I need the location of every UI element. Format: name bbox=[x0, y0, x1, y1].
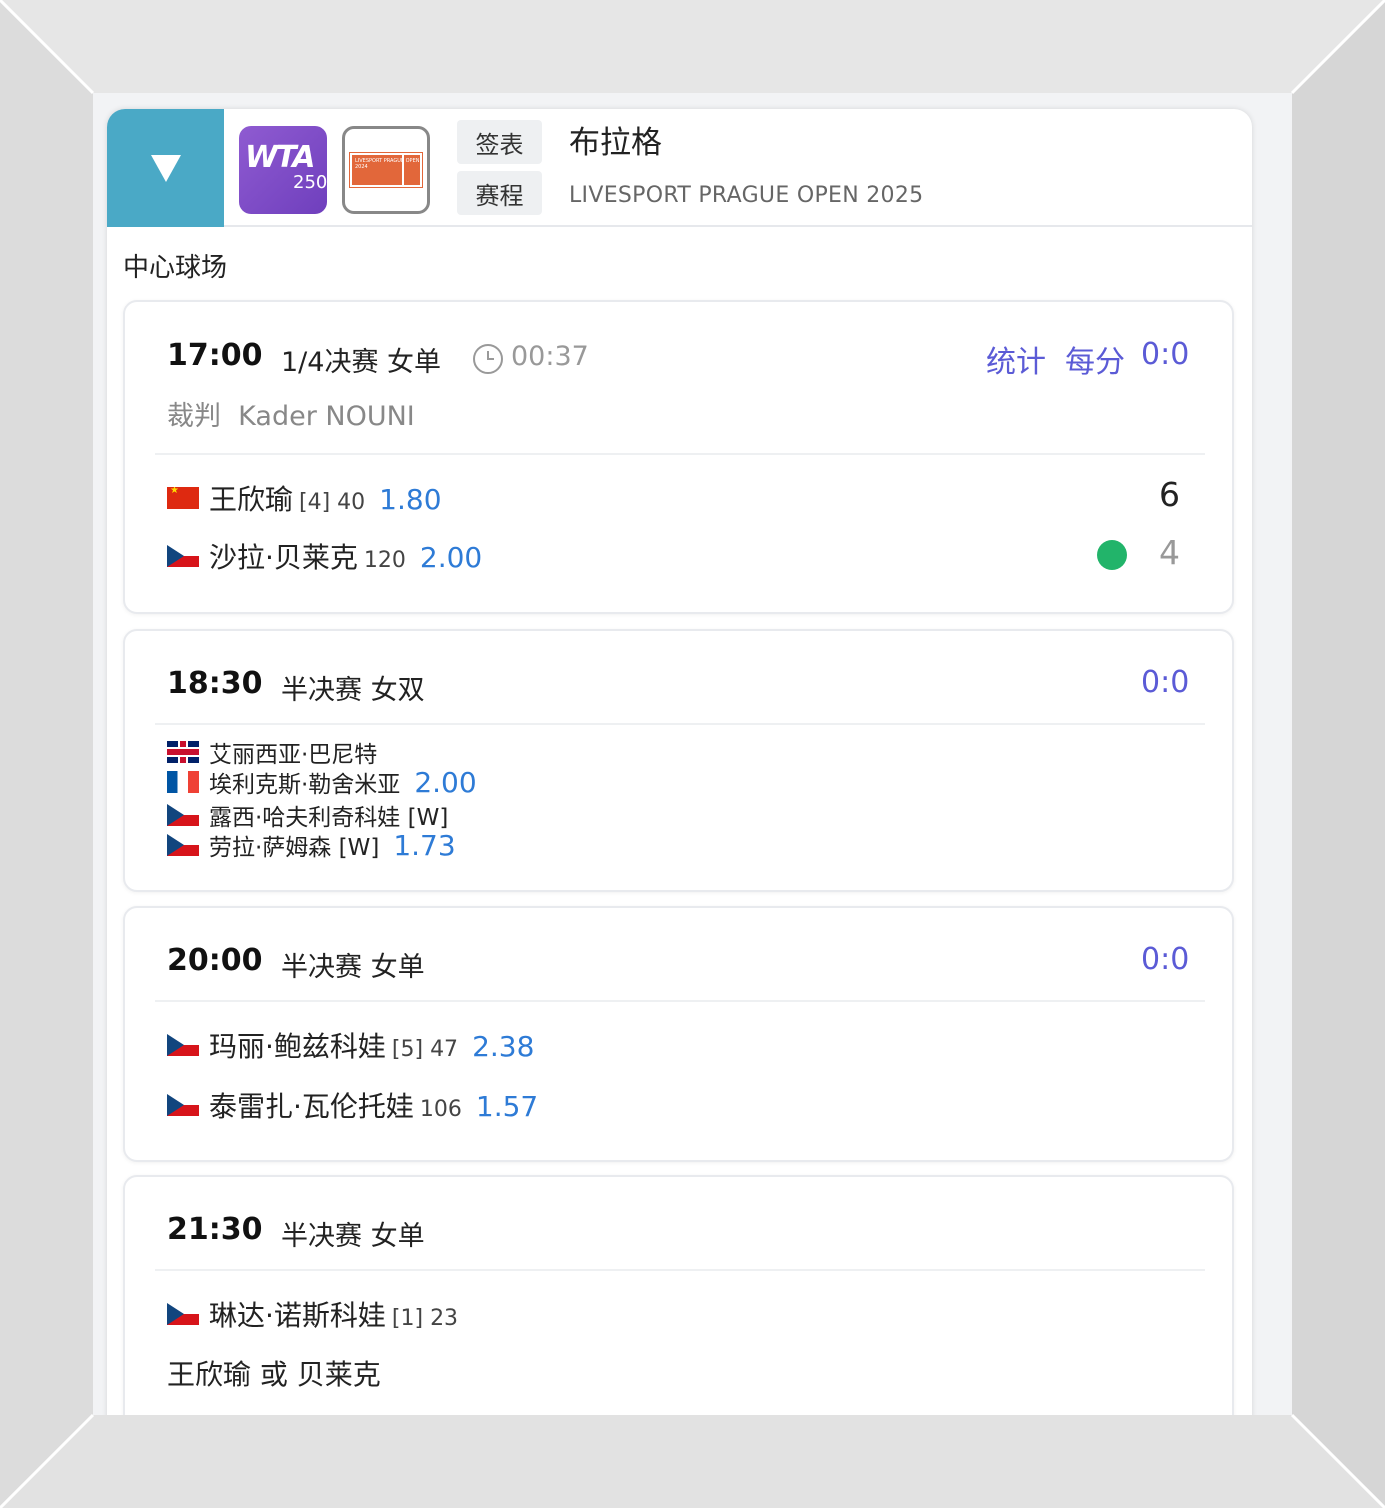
player-name: 劳拉·萨姆森 [W] bbox=[209, 835, 380, 861]
triangle-down-icon bbox=[150, 154, 181, 182]
tournament-header: WTA 250 LIVESPORT PRAGUE OPEN 2024 签表 赛程… bbox=[107, 109, 1252, 227]
referee-name: Kader NOUNI bbox=[238, 401, 415, 432]
player-rank: 120 bbox=[363, 548, 406, 573]
court-name: 中心球场 bbox=[123, 253, 228, 283]
referee-label-text: 裁判 bbox=[167, 401, 221, 432]
divider bbox=[155, 1000, 1205, 1002]
czech-flag-icon bbox=[167, 1034, 199, 1056]
match-time: 20:00 bbox=[167, 943, 263, 978]
schedule-button[interactable]: 赛程 bbox=[457, 171, 542, 215]
player-seed-rank: [5] 47 bbox=[391, 1037, 459, 1062]
china-flag-icon bbox=[167, 487, 199, 509]
player-row[interactable]: 王欣瑜 [4] 40 1.80 bbox=[167, 478, 442, 518]
match-time: 18:30 bbox=[167, 666, 263, 701]
divider bbox=[155, 1269, 1205, 1271]
match-time: 17:00 bbox=[167, 338, 263, 373]
point-score[interactable]: 0:0 bbox=[1141, 942, 1189, 977]
match-round: 半决赛 女单 bbox=[281, 1221, 425, 1252]
wta-logo-level: 250 bbox=[293, 172, 328, 193]
match-card[interactable]: 21:30 半决赛 女单 琳达·诺斯科娃 [1] 23 王欣瑜 或 贝莱克 bbox=[123, 1175, 1234, 1415]
player-rank: 106 bbox=[419, 1097, 462, 1122]
player-name: 艾丽西亚·巴尼特 bbox=[209, 742, 378, 768]
point-by-point-link[interactable]: 每分 bbox=[1065, 337, 1125, 381]
player-row[interactable]: 劳拉·萨姆森 [W] 1.73 bbox=[167, 828, 456, 862]
player-name: 泰雷扎·瓦伦托娃 bbox=[209, 1090, 414, 1123]
team-odds: 2.00 bbox=[414, 766, 477, 799]
tournament-card: WTA 250 LIVESPORT PRAGUE OPEN 2024 签表 赛程… bbox=[107, 109, 1252, 1415]
uk-flag-icon bbox=[167, 741, 199, 763]
player-score: 4 bbox=[1159, 533, 1180, 572]
czech-flag-icon bbox=[167, 1303, 199, 1325]
tournament-name: LIVESPORT PRAGUE OPEN 2025 bbox=[569, 183, 924, 208]
player-row[interactable]: 艾丽西亚·巴尼特 bbox=[167, 735, 377, 769]
serving-indicator-icon bbox=[1097, 540, 1127, 570]
player-row[interactable]: 玛丽·鲍兹科娃 [5] 47 2.38 bbox=[167, 1025, 534, 1065]
divider bbox=[155, 453, 1205, 455]
app-screen: WTA 250 LIVESPORT PRAGUE OPEN 2024 签表 赛程… bbox=[93, 93, 1292, 1415]
player-score: 6 bbox=[1159, 475, 1180, 514]
czech-flag-icon bbox=[167, 545, 199, 567]
player-seed-rank: [4] 40 bbox=[299, 490, 366, 515]
player-name: 琳达·诺斯科娃 bbox=[209, 1299, 386, 1332]
match-round: 半决赛 女单 bbox=[281, 952, 425, 983]
stats-link[interactable]: 统计 bbox=[986, 337, 1046, 381]
czech-flag-icon bbox=[167, 1094, 199, 1116]
match-round: 1/4决赛 女单 bbox=[281, 347, 442, 378]
event-logo: LIVESPORT PRAGUE OPEN 2024 bbox=[342, 126, 430, 214]
opponent-tbd-text: 王欣瑜 或 贝莱克 bbox=[167, 1358, 381, 1391]
player-row[interactable]: 沙拉·贝莱克 120 2.00 bbox=[167, 536, 482, 576]
collapse-toggle-button[interactable] bbox=[107, 109, 224, 227]
point-score[interactable]: 0:0 bbox=[1141, 665, 1189, 700]
draw-button[interactable]: 签表 bbox=[457, 120, 542, 164]
player-seed-rank: [1] 23 bbox=[391, 1306, 459, 1331]
team-odds: 1.73 bbox=[393, 829, 456, 862]
match-card[interactable]: 20:00 半决赛 女单 0:0 玛丽·鲍兹科娃 [5] 47 2.38 泰雷扎… bbox=[123, 906, 1234, 1162]
tournament-city: 布拉格 bbox=[569, 125, 662, 161]
player-odds: 2.38 bbox=[472, 1030, 535, 1063]
player-name: 露西·哈夫利奇科娃 [W] bbox=[209, 805, 449, 831]
czech-flag-icon bbox=[167, 804, 199, 826]
event-logo-text: LIVESPORT PRAGUE OPEN 2024 bbox=[355, 158, 420, 170]
czech-flag-icon bbox=[167, 834, 199, 856]
player-odds: 1.80 bbox=[379, 483, 442, 516]
player-row[interactable]: 露西·哈夫利奇科娃 [W] bbox=[167, 798, 448, 832]
match-round: 半决赛 女双 bbox=[281, 675, 425, 706]
player-name: 玛丽·鲍兹科娃 bbox=[209, 1030, 386, 1063]
referee-label: 裁判 Kader NOUNI bbox=[167, 394, 415, 433]
match-card[interactable]: 18:30 半决赛 女双 0:0 艾丽西亚·巴尼特 埃利克斯·勒舍米亚 2.00… bbox=[123, 629, 1234, 892]
match-card[interactable]: 17:00 1/4决赛 女单 00:37 统计 每分 0:0 裁判 Kader … bbox=[123, 300, 1234, 614]
elapsed-time: 00:37 bbox=[511, 341, 589, 372]
player-name: 王欣瑜 bbox=[209, 483, 294, 516]
point-score[interactable]: 0:0 bbox=[1141, 337, 1189, 372]
player-odds: 2.00 bbox=[419, 541, 483, 574]
player-odds: 1.57 bbox=[475, 1090, 539, 1123]
player-name: 沙拉·贝莱克 bbox=[209, 541, 358, 574]
player-name: 埃利克斯·勒舍米亚 bbox=[209, 772, 401, 798]
wta-250-logo: WTA 250 bbox=[239, 126, 327, 214]
france-flag-icon bbox=[167, 771, 199, 793]
player-row[interactable]: 泰雷扎·瓦伦托娃 106 1.57 bbox=[167, 1085, 538, 1125]
clock-icon bbox=[473, 344, 503, 374]
wta-logo-text: WTA bbox=[245, 140, 315, 175]
player-row[interactable]: 埃利克斯·勒舍米亚 2.00 bbox=[167, 765, 477, 799]
match-time: 21:30 bbox=[167, 1212, 263, 1247]
player-row[interactable]: 琳达·诺斯科娃 [1] 23 bbox=[167, 1294, 458, 1334]
divider bbox=[155, 723, 1205, 725]
